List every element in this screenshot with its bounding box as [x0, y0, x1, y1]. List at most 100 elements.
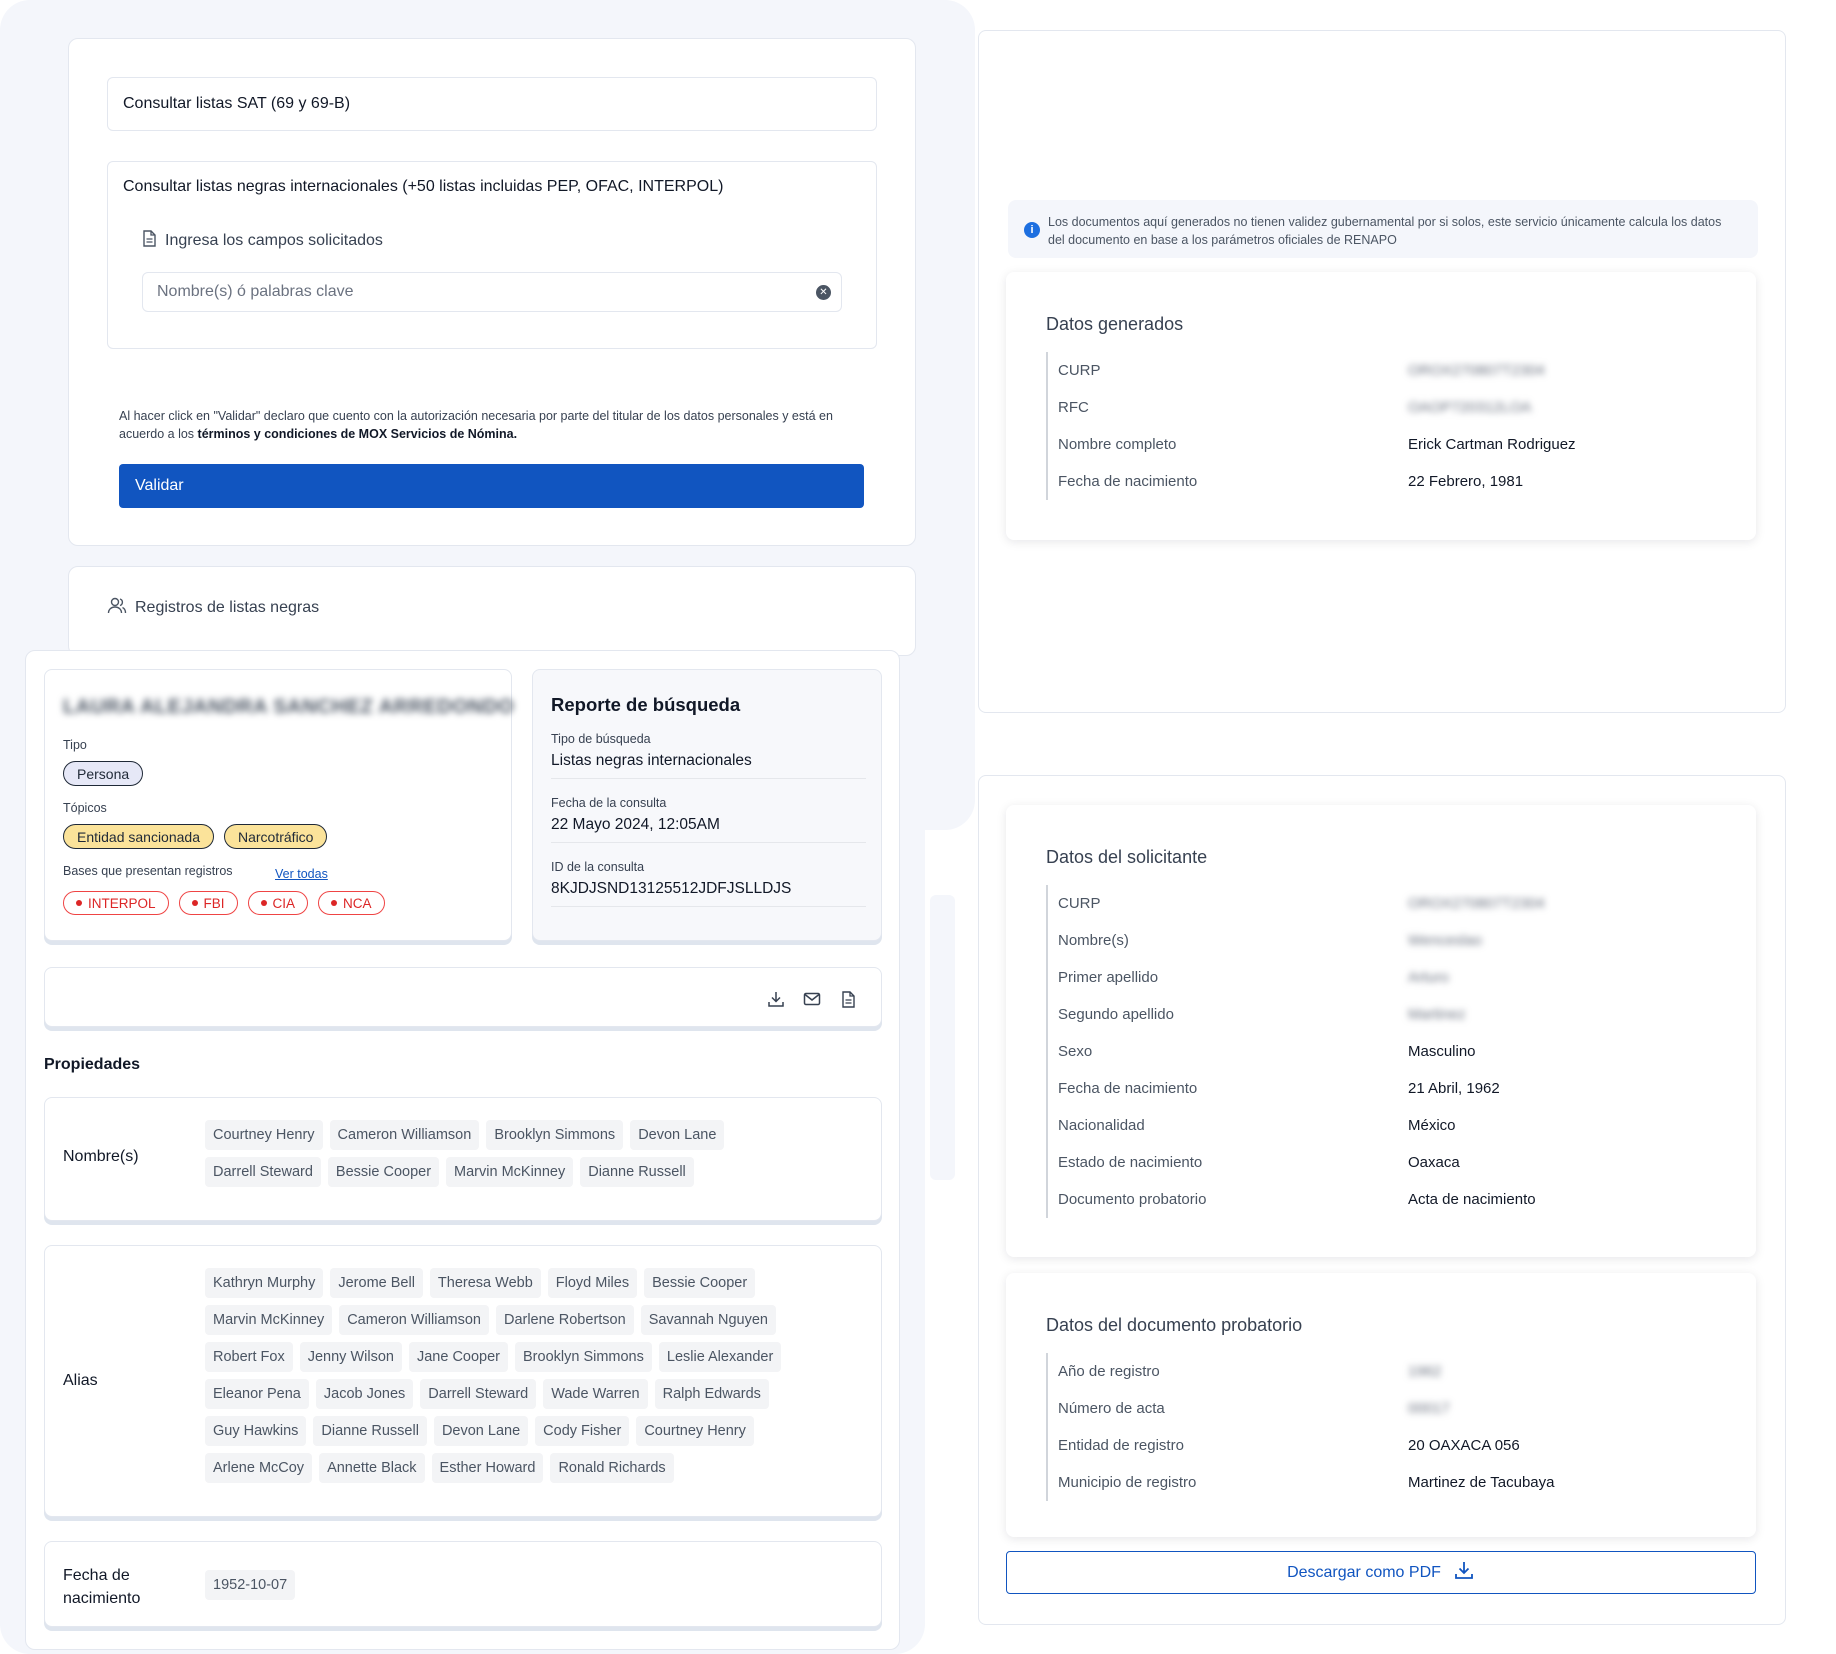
background-strip — [930, 895, 955, 1180]
sat-lists-option[interactable]: Consultar listas SAT (69 y 69-B) — [107, 77, 877, 131]
alias-list: Kathryn Murphy Jerome Bell Theresa Webb … — [205, 1268, 810, 1483]
validate-button[interactable]: Validar — [119, 464, 864, 508]
alias-chip: Annette Black — [319, 1453, 425, 1483]
download-pdf-button[interactable]: Descargar como PDF — [1006, 1551, 1756, 1594]
terms-link[interactable]: términos y condiciones de MOX Servicios … — [198, 427, 518, 441]
alias-chip: Dianne Russell — [313, 1416, 427, 1446]
birthdate-label-line: nacimiento — [63, 1590, 141, 1607]
applicant-list: CURP OROX270807T2304 Nombre(s) Wenceslao P… — [1046, 885, 1545, 1218]
alias-chip: Jane Cooper — [408, 1342, 508, 1372]
kv-key: Fecha de nacimiento — [1058, 1080, 1198, 1097]
alias-chip: Jenny Wilson — [299, 1342, 402, 1372]
keyword-input-field: ✕ — [142, 272, 842, 312]
alias-chip: Jacob Jones — [315, 1379, 414, 1409]
download-icon — [1453, 1559, 1475, 1586]
kv-value: Wenceslao — [1408, 932, 1482, 949]
kv-row: Nacionalidad México — [1048, 1107, 1545, 1144]
validation-card: Consultar listas SAT (69 y 69-B) Consult… — [68, 38, 916, 546]
kv-row: Fecha de nacimiento 22 Febrero, 1981 — [1048, 463, 1576, 500]
kv-row: Primer apellido Arturo — [1048, 959, 1545, 996]
keyword-input[interactable] — [143, 273, 841, 311]
kv-key: RFC — [1058, 399, 1089, 416]
report-value: Listas negras internacionales — [551, 752, 752, 769]
names-list: Courtney Henry Cameron Williamson Brookl… — [205, 1120, 765, 1187]
dot-icon — [331, 900, 338, 906]
sat-lists-label: Consultar listas SAT (69 y 69-B) — [123, 95, 351, 112]
actions-bar — [44, 967, 882, 1027]
report-label: ID de la consulta — [551, 860, 645, 874]
kv-value: Erick Cartman Rodriguez — [1408, 436, 1576, 453]
report-title: Reporte de búsqueda — [551, 694, 741, 715]
kv-value: México — [1408, 1117, 1456, 1134]
base-badge-interpol: INTERPOL — [63, 891, 169, 915]
alias-chip: Brooklyn Simmons — [515, 1342, 652, 1372]
kv-row: CURP OROX270807T2304 — [1048, 885, 1545, 922]
mail-icon[interactable] — [801, 988, 823, 1010]
search-report-card: Reporte de búsqueda Tipo de búsqueda Lis… — [532, 669, 882, 941]
base-label: INTERPOL — [88, 895, 156, 911]
kv-value: 22 Febrero, 1981 — [1408, 473, 1524, 490]
generated-list: CURP OROX270807T2304 RFC OAOP720312LOA Nom… — [1046, 352, 1576, 500]
kv-row: RFC OAOP720312LOA — [1048, 389, 1576, 426]
kv-row: Sexo Masculino — [1048, 1033, 1545, 1070]
name-chip: Devon Lane — [630, 1120, 725, 1150]
dot-icon — [76, 900, 82, 906]
report-value: 22 Mayo 2024, 12:05AM — [551, 816, 720, 833]
blacklist-records-header: Registros de listas negras — [107, 597, 319, 619]
download-pdf-label: Descargar como PDF — [1287, 1563, 1441, 1581]
name-chip: Courtney Henry — [205, 1120, 323, 1150]
international-lists-option[interactable]: Consultar listas negras internacionales … — [107, 161, 877, 349]
kv-value: 1962 — [1408, 1363, 1442, 1380]
topics-list: Entidad sancionada Narcotráfico — [63, 824, 328, 849]
alias-label: Alias — [63, 1372, 98, 1389]
name-chip: Marvin McKinney — [446, 1157, 574, 1187]
report-row: Tipo de búsqueda Listas negras internaci… — [551, 732, 866, 779]
document-icon[interactable] — [837, 988, 859, 1010]
alias-chip: Guy Hawkins — [205, 1416, 307, 1446]
topic-badge: Narcotráfico — [224, 824, 328, 849]
kv-value: 00017 — [1408, 1400, 1450, 1417]
type-badge: Persona — [63, 761, 144, 786]
fields-hint-text: Ingresa los campos solicitados — [165, 232, 383, 249]
info-notice: i Los documentos aquí generados no tiene… — [1008, 200, 1758, 258]
alias-chip: Leslie Alexander — [658, 1342, 782, 1372]
proof-document-panel: Datos del documento probatorio Año de re… — [1006, 1273, 1756, 1537]
kv-key: CURP — [1058, 895, 1101, 912]
clear-icon[interactable]: ✕ — [816, 285, 831, 300]
name-chip: Darrell Steward — [205, 1157, 321, 1187]
alias-chip: Wade Warren — [543, 1379, 648, 1409]
report-label: Tipo de búsqueda — [551, 732, 651, 746]
properties-title: Propiedades — [44, 1056, 141, 1073]
report-row: Fecha de la consulta 22 Mayo 2024, 12:05… — [551, 796, 866, 843]
alias-chip: Eleanor Pena — [205, 1379, 309, 1409]
generated-data-panel: Datos generados CURP OROX270807T2304 RFC O… — [1006, 272, 1756, 540]
kv-row: Segundo apellido Martinez — [1048, 996, 1545, 1033]
download-icon[interactable] — [765, 988, 787, 1010]
proof-title: Datos del documento probatorio — [1046, 1315, 1303, 1335]
base-label: FBI — [203, 895, 225, 911]
kv-row: Nombre(s) Wenceslao — [1048, 922, 1545, 959]
alias-chip: Theresa Webb — [429, 1268, 541, 1298]
kv-value: OROX270807T2304 — [1408, 362, 1545, 379]
kv-key: Nacionalidad — [1058, 1117, 1145, 1134]
kv-row: Número de acta 00017 — [1048, 1390, 1554, 1427]
kv-row: Documento probatorio Acta de nacimiento — [1048, 1181, 1545, 1218]
alias-chip: Darlene Robertson — [495, 1305, 634, 1335]
kv-value: Acta de nacimiento — [1408, 1191, 1536, 1208]
info-icon: i — [1024, 222, 1040, 238]
see-all-link[interactable]: Ver todas — [275, 867, 328, 881]
dot-icon — [191, 900, 198, 906]
users-icon — [107, 597, 127, 619]
alias-chip: Bessie Cooper — [644, 1268, 756, 1298]
international-lists-label: Consultar listas negras internacionales … — [123, 178, 724, 195]
birthdate-list: 1952-10-07 — [205, 1570, 296, 1600]
base-badge-fbi: FBI — [178, 891, 238, 915]
kv-key: Estado de nacimiento — [1058, 1154, 1203, 1171]
proof-list: Año de registro 1962 Número de acta 00017 … — [1046, 1353, 1554, 1501]
kv-value: Martinez de Tacubaya — [1408, 1474, 1555, 1491]
person-card: LAURA ALEJANDRA SANCHEZ ARREDONDO Tipo P… — [44, 669, 514, 941]
report-row: ID de la consulta 8KJDJSND13125512JDFJSL… — [551, 860, 866, 907]
kv-value: 21 Abril, 1962 — [1408, 1080, 1500, 1097]
dot-icon — [260, 900, 267, 906]
alias-chip: Cameron Williamson — [339, 1305, 489, 1335]
